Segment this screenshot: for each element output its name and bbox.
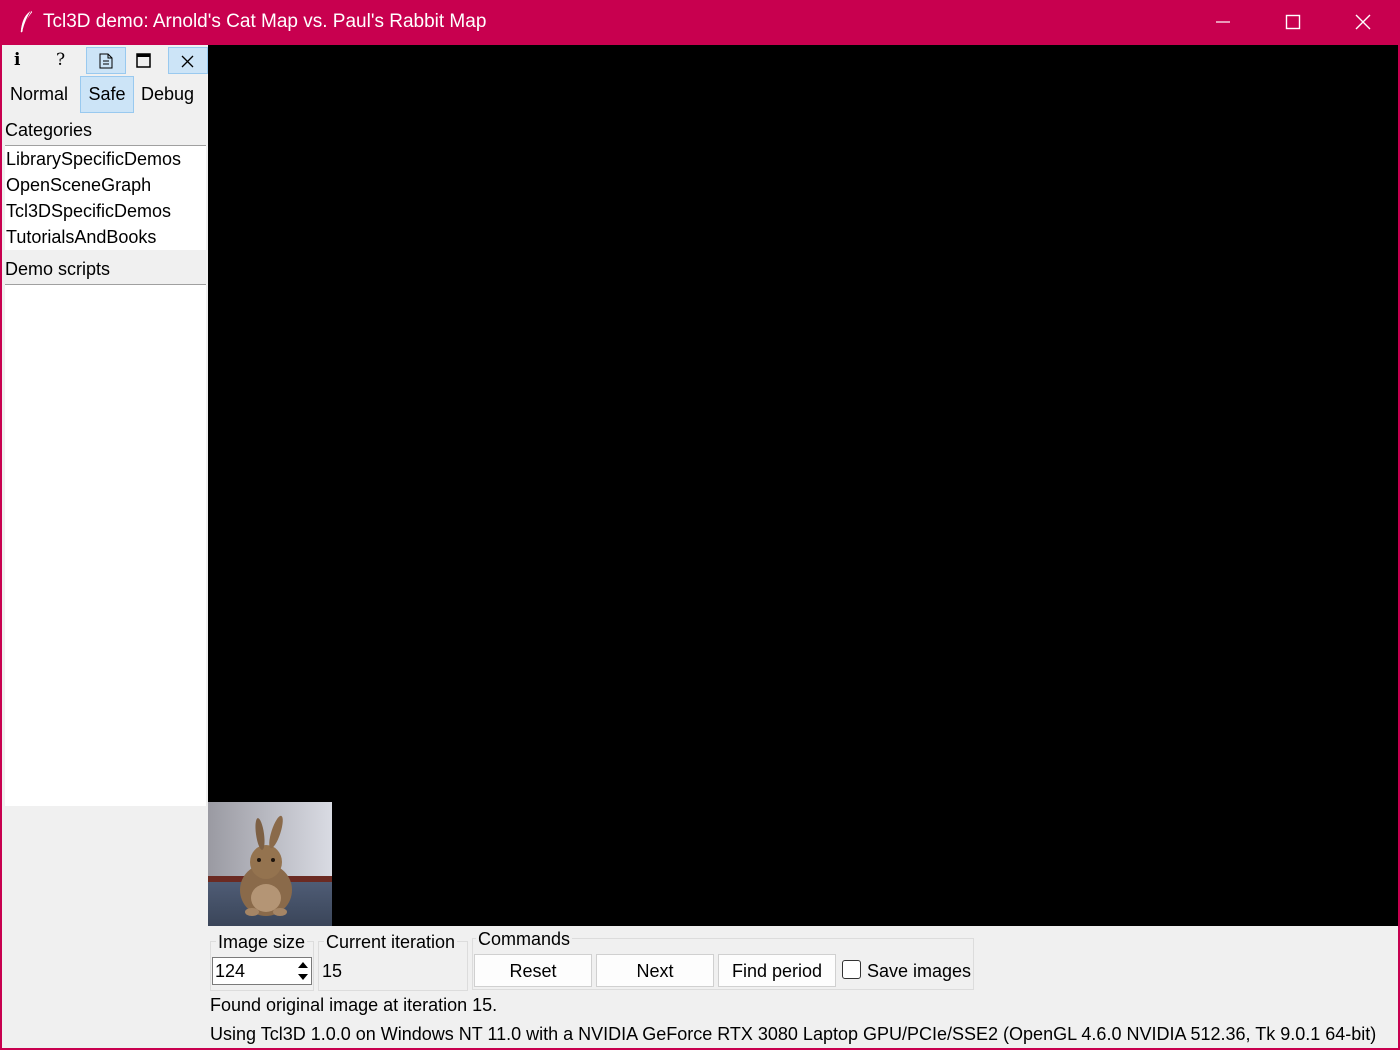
help-button[interactable]: ?	[44, 47, 84, 74]
rabbit-picture	[208, 802, 332, 926]
help-icon: ?	[56, 50, 66, 70]
document-button[interactable]	[86, 47, 126, 74]
save-images-checkbox[interactable]	[842, 960, 861, 979]
current-iteration-value: 15	[322, 961, 343, 981]
render-canvas[interactable]	[208, 45, 1398, 926]
list-item[interactable]: LibrarySpecificDemos	[5, 146, 206, 172]
status-message: Found original image at iteration 15.	[210, 995, 498, 1015]
list-item[interactable]: OpenSceneGraph	[5, 172, 206, 198]
mode-normal-button[interactable]: Normal	[4, 76, 74, 113]
system-info: Using Tcl3D 1.0.0 on Windows NT 11.0 wit…	[210, 1024, 1377, 1044]
categories-label: Categories	[5, 120, 93, 140]
categories-list[interactable]: LibrarySpecificDemos OpenSceneGraph Tcl3…	[5, 145, 206, 250]
close-icon	[181, 55, 194, 68]
reset-button[interactable]: Reset	[474, 954, 592, 987]
close-icon	[1355, 14, 1371, 30]
rabbit-image	[208, 802, 332, 926]
close-panel-button[interactable]	[168, 47, 208, 74]
mode-safe-button[interactable]: Safe	[80, 76, 134, 113]
minimize-button[interactable]	[1188, 0, 1258, 45]
maximize-icon	[136, 53, 151, 68]
maximize-icon	[1285, 14, 1301, 30]
image-size-spinbox[interactable]	[212, 957, 312, 985]
next-button[interactable]: Next	[596, 954, 714, 987]
find-period-button[interactable]: Find period	[718, 954, 836, 987]
title-bar[interactable]: Tcl3D demo: Arnold's Cat Map vs. Paul's …	[2, 0, 1398, 45]
maximize-panel-button[interactable]	[126, 47, 166, 74]
info-button[interactable]: i	[4, 47, 44, 74]
feather-icon	[20, 10, 33, 33]
close-button[interactable]	[1328, 0, 1398, 45]
app-window: Tcl3D demo: Arnold's Cat Map vs. Paul's …	[2, 0, 1398, 1048]
list-item[interactable]: TutorialsAndBooks	[5, 224, 206, 250]
image-size-input[interactable]	[215, 959, 293, 983]
demo-scripts-list[interactable]	[5, 284, 206, 806]
document-icon	[99, 53, 113, 69]
current-iteration-label: Current iteration	[324, 932, 458, 953]
info-icon: i	[14, 50, 21, 70]
toolbar: i ?	[4, 45, 208, 75]
maximize-button[interactable]	[1258, 0, 1328, 45]
image-size-label: Image size	[216, 932, 308, 953]
demo-scripts-label: Demo scripts	[5, 259, 111, 279]
spinner-arrows-icon[interactable]	[295, 958, 311, 984]
window-title: Tcl3D demo: Arnold's Cat Map vs. Paul's …	[43, 11, 487, 32]
save-images-label[interactable]: Save images	[867, 961, 971, 982]
minimize-icon	[1216, 21, 1230, 23]
mode-debug-button[interactable]: Debug	[135, 76, 200, 113]
list-item[interactable]: Tcl3DSpecificDemos	[5, 198, 206, 224]
commands-label: Commands	[476, 929, 573, 950]
